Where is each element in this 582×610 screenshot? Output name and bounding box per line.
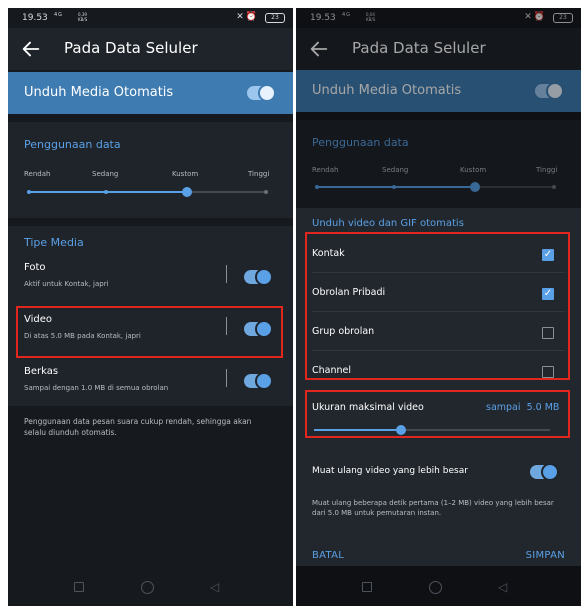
- home-icon[interactable]: [141, 581, 154, 594]
- back-triangle-icon[interactable]: ◁: [498, 580, 507, 594]
- save-button[interactable]: SIMPAN: [526, 550, 565, 561]
- highlight-max-size: [305, 390, 570, 438]
- back-triangle-icon[interactable]: ◁: [210, 580, 219, 594]
- media-photo-title: Foto: [24, 262, 46, 273]
- battery-icon: 23: [265, 13, 285, 23]
- voice-note-hint: Penggunaan data pesan suara cukup rendah…: [24, 417, 252, 437]
- alarm-icon: ⏰: [245, 12, 259, 22]
- cancel-button[interactable]: BATAL: [312, 550, 344, 561]
- recent-apps-icon[interactable]: [74, 582, 84, 592]
- home-icon[interactable]: [429, 581, 442, 594]
- recent-apps-icon[interactable]: [362, 582, 372, 592]
- status-icons: ✕⏰: [236, 12, 259, 22]
- auto-download-banner[interactable]: Unduh Media Otomatis: [8, 72, 293, 114]
- system-nav-bar: ◁: [8, 568, 293, 606]
- highlight-video-row: [16, 306, 283, 358]
- file-toggle[interactable]: [244, 372, 273, 390]
- page-title: Pada Data Seluler: [64, 39, 198, 57]
- level-label-custom: Kustom: [172, 170, 199, 178]
- level-label-low: Rendah: [24, 170, 51, 178]
- slider-step: [264, 190, 268, 194]
- phone-right: 19.53 4G 0,04 KB/S ✕⏰ 23 Pada Data Selule…: [296, 8, 581, 606]
- media-file-subtitle: Sampai dengan 1.0 MB di semua obrolan: [24, 384, 169, 392]
- dialog-title: Unduh video dan GIF otomatis: [312, 218, 464, 229]
- arrow-left-icon[interactable]: [20, 38, 42, 60]
- data-usage-heading: Penggunaan data: [24, 138, 121, 151]
- slider-thumb[interactable]: [182, 187, 192, 197]
- photo-toggle[interactable]: [244, 268, 273, 286]
- level-label-high: Tinggi: [248, 170, 270, 178]
- system-nav-bar: ◁: [296, 568, 581, 606]
- app-bar: Pada Data Seluler: [8, 28, 293, 70]
- network-speed: 0,39 KB/S: [78, 12, 88, 22]
- phone-left: 19.53 4G 0,39 KB/S ✕⏰ 23 Pada Data Selule…: [8, 8, 293, 606]
- media-file-title: Berkas: [24, 366, 59, 377]
- status-bar: 19.53 4G 0,39 KB/S ✕⏰ 23: [8, 8, 293, 28]
- auto-download-toggle[interactable]: [247, 84, 276, 102]
- vibrate-icon: ✕: [236, 12, 246, 22]
- data-usage-card: Penggunaan data Rendah Sedang Kustom Tin…: [8, 122, 293, 218]
- preload-description: Muat ulang beberapa detik pertama (1–2 M…: [312, 499, 554, 517]
- slider-step: [27, 190, 31, 194]
- level-label-medium: Sedang: [92, 170, 119, 178]
- data-usage-slider[interactable]: [27, 187, 268, 197]
- status-time: 19.53: [22, 13, 48, 23]
- auto-download-label: Unduh Media Otomatis: [24, 85, 174, 100]
- preload-larger-videos-toggle[interactable]: [530, 463, 559, 481]
- network-indicator: 4G: [54, 12, 64, 18]
- media-type-heading: Tipe Media: [24, 236, 84, 249]
- media-photo-subtitle: Aktif untuk Kontak, japri: [24, 280, 109, 288]
- highlight-chat-options: [305, 232, 570, 380]
- slider-step: [104, 190, 108, 194]
- preload-larger-videos-label: Muat ulang video yang lebih besar: [312, 466, 468, 476]
